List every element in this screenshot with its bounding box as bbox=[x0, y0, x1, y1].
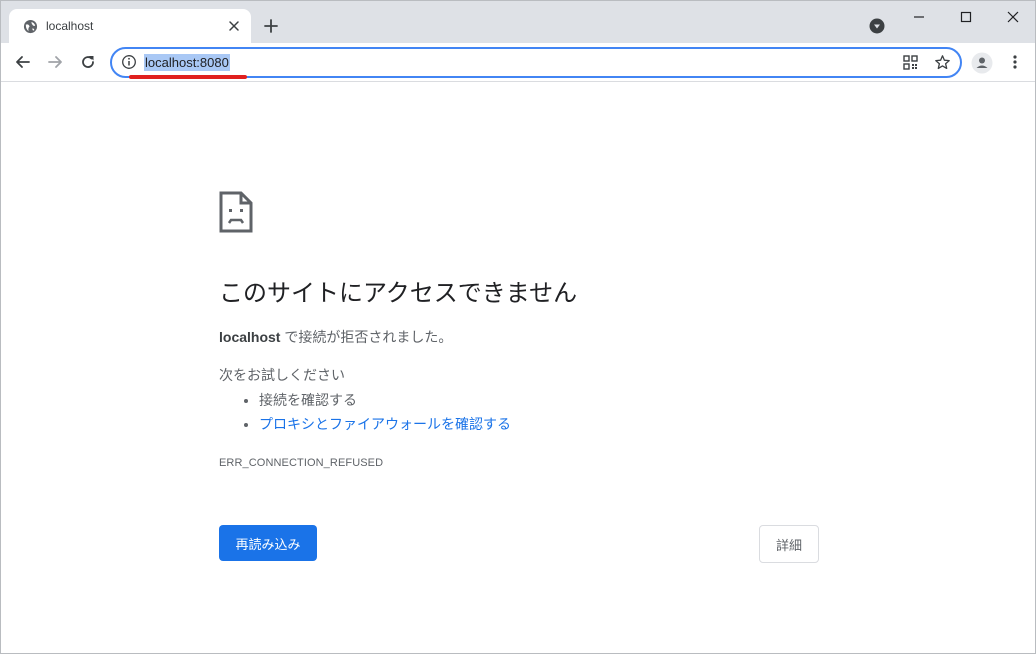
close-tab-icon[interactable] bbox=[226, 18, 242, 34]
suggestion-check-connection: 接続を確認する bbox=[259, 392, 357, 408]
suggestion-list: 接続を確認する プロキシとファイアウォールを確認する bbox=[219, 388, 511, 436]
error-message: localhost で接続が拒否されました。 bbox=[219, 327, 452, 347]
qr-code-icon[interactable] bbox=[902, 54, 919, 71]
reload-button[interactable]: 再読み込み bbox=[219, 525, 317, 561]
error-code: ERR_CONNECTION_REFUSED bbox=[219, 457, 384, 469]
info-icon[interactable] bbox=[121, 54, 137, 70]
tab-strip: localhost bbox=[1, 1, 1035, 43]
kebab-menu-icon[interactable] bbox=[1007, 53, 1023, 71]
reload-icon[interactable] bbox=[78, 52, 98, 72]
close-window-icon[interactable] bbox=[1003, 7, 1023, 27]
list-item: 接続を確認する bbox=[259, 388, 511, 412]
browser-window: localhost localhost:8080 このサイトにアクセスできません… bbox=[0, 0, 1036, 654]
tab-title: localhost bbox=[46, 19, 94, 33]
error-message-text: で接続が拒否されました。 bbox=[280, 329, 453, 345]
maximize-icon[interactable] bbox=[956, 7, 976, 27]
minimize-icon[interactable] bbox=[909, 7, 929, 27]
list-item: プロキシとファイアウォールを確認する bbox=[259, 412, 511, 436]
url-text[interactable]: localhost:8080 bbox=[144, 54, 230, 71]
error-host: localhost bbox=[219, 329, 281, 345]
error-page: このサイトにアクセスできません localhost で接続が拒否されました。 次… bbox=[1, 82, 1035, 653]
tab-search-icon[interactable] bbox=[869, 18, 885, 34]
address-bar[interactable]: localhost:8080 bbox=[110, 47, 962, 78]
suggestion-check-proxy-firewall-link[interactable]: プロキシとファイアウォールを確認する bbox=[259, 416, 511, 432]
details-button[interactable]: 詳細 bbox=[759, 525, 819, 563]
back-arrow-icon[interactable] bbox=[13, 52, 33, 72]
tab-localhost[interactable]: localhost bbox=[9, 9, 251, 43]
error-heading: このサイトにアクセスできません bbox=[219, 280, 578, 307]
globe-icon bbox=[23, 19, 38, 34]
forward-arrow-icon[interactable] bbox=[45, 52, 65, 72]
try-heading: 次をお試しください bbox=[219, 367, 345, 383]
url-annotation-underline bbox=[129, 75, 247, 79]
profile-icon[interactable] bbox=[971, 52, 993, 74]
new-tab-icon[interactable] bbox=[263, 18, 279, 34]
sad-document-icon bbox=[219, 191, 253, 233]
star-icon[interactable] bbox=[934, 54, 951, 71]
